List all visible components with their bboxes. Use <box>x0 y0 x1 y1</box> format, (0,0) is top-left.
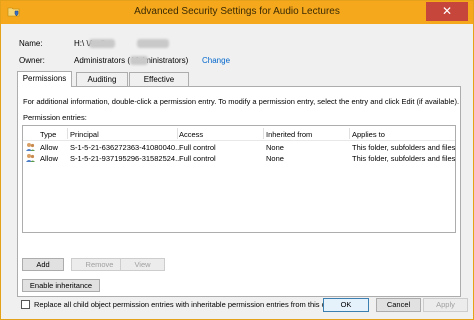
column-header-principal[interactable]: Principal <box>70 130 99 139</box>
users-icon <box>26 143 35 151</box>
permission-entries-list[interactable]: Type Principal Access Inherited from App… <box>22 125 456 233</box>
redacted-path-segment <box>89 39 115 48</box>
column-header-access[interactable]: Access <box>179 130 203 139</box>
cell-access: Full control <box>179 143 216 152</box>
tab-effective-access[interactable]: Effective Access <box>129 72 189 98</box>
column-separator[interactable] <box>177 128 178 139</box>
enable-inheritance-button[interactable]: Enable inheritance <box>22 279 100 292</box>
tab-auditing[interactable]: Auditing <box>76 72 128 87</box>
column-header-inherited-from[interactable]: Inherited from <box>266 130 312 139</box>
cancel-button[interactable]: Cancel <box>376 298 421 312</box>
cell-inherited-from: None <box>266 154 284 163</box>
title-bar[interactable]: Advanced Security Settings for Audio Lec… <box>1 1 473 24</box>
replace-child-permissions-checkbox[interactable] <box>21 300 30 309</box>
name-label: Name: <box>19 39 43 48</box>
dialog-body: Name: H:\ \Audio Owner: Administrators (… <box>2 24 472 318</box>
cell-type: Allow <box>40 154 58 163</box>
table-row[interactable]: Allow S-1-5-21-937195296-31582524... Ful… <box>23 153 455 164</box>
tab-permissions[interactable]: Permissions <box>17 71 72 87</box>
cell-applies-to: This folder, subfolders and files <box>352 143 456 152</box>
column-separator[interactable] <box>67 128 68 139</box>
users-icon <box>26 154 35 162</box>
table-row[interactable]: Allow S-1-5-21-636272363-41080040... Ful… <box>23 142 455 153</box>
advanced-security-dialog: Advanced Security Settings for Audio Lec… <box>0 0 474 320</box>
cell-applies-to: This folder, subfolders and files <box>352 154 456 163</box>
permission-entries-label: Permission entries: <box>23 113 87 122</box>
cell-principal: S-1-5-21-937195296-31582524... <box>70 154 182 163</box>
apply-button[interactable]: Apply <box>423 298 468 312</box>
ok-button[interactable]: OK <box>323 298 369 312</box>
close-button[interactable]: ✕ <box>426 2 468 21</box>
cell-type: Allow <box>40 143 58 152</box>
replace-child-permissions-label[interactable]: Replace all child object permission entr… <box>34 300 342 309</box>
redacted-owner-domain <box>130 56 148 65</box>
header-divider <box>23 140 455 141</box>
redacted-path-segment <box>137 39 169 48</box>
view-button[interactable]: View <box>120 258 165 271</box>
cell-principal: S-1-5-21-636272363-41080040... <box>70 143 182 152</box>
change-owner-link[interactable]: Change <box>202 56 230 65</box>
permissions-panel: For additional information, double-click… <box>17 86 461 297</box>
add-button[interactable]: Add <box>22 258 64 271</box>
column-separator[interactable] <box>263 128 264 139</box>
info-text: For additional information, double-click… <box>23 97 460 106</box>
cell-access: Full control <box>179 154 216 163</box>
column-header-applies-to[interactable]: Applies to <box>352 130 385 139</box>
cell-inherited-from: None <box>266 143 284 152</box>
column-header-type[interactable]: Type <box>40 130 56 139</box>
column-separator[interactable] <box>349 128 350 139</box>
owner-label: Owner: <box>19 56 45 65</box>
window-title: Advanced Security Settings for Audio Lec… <box>134 6 340 17</box>
